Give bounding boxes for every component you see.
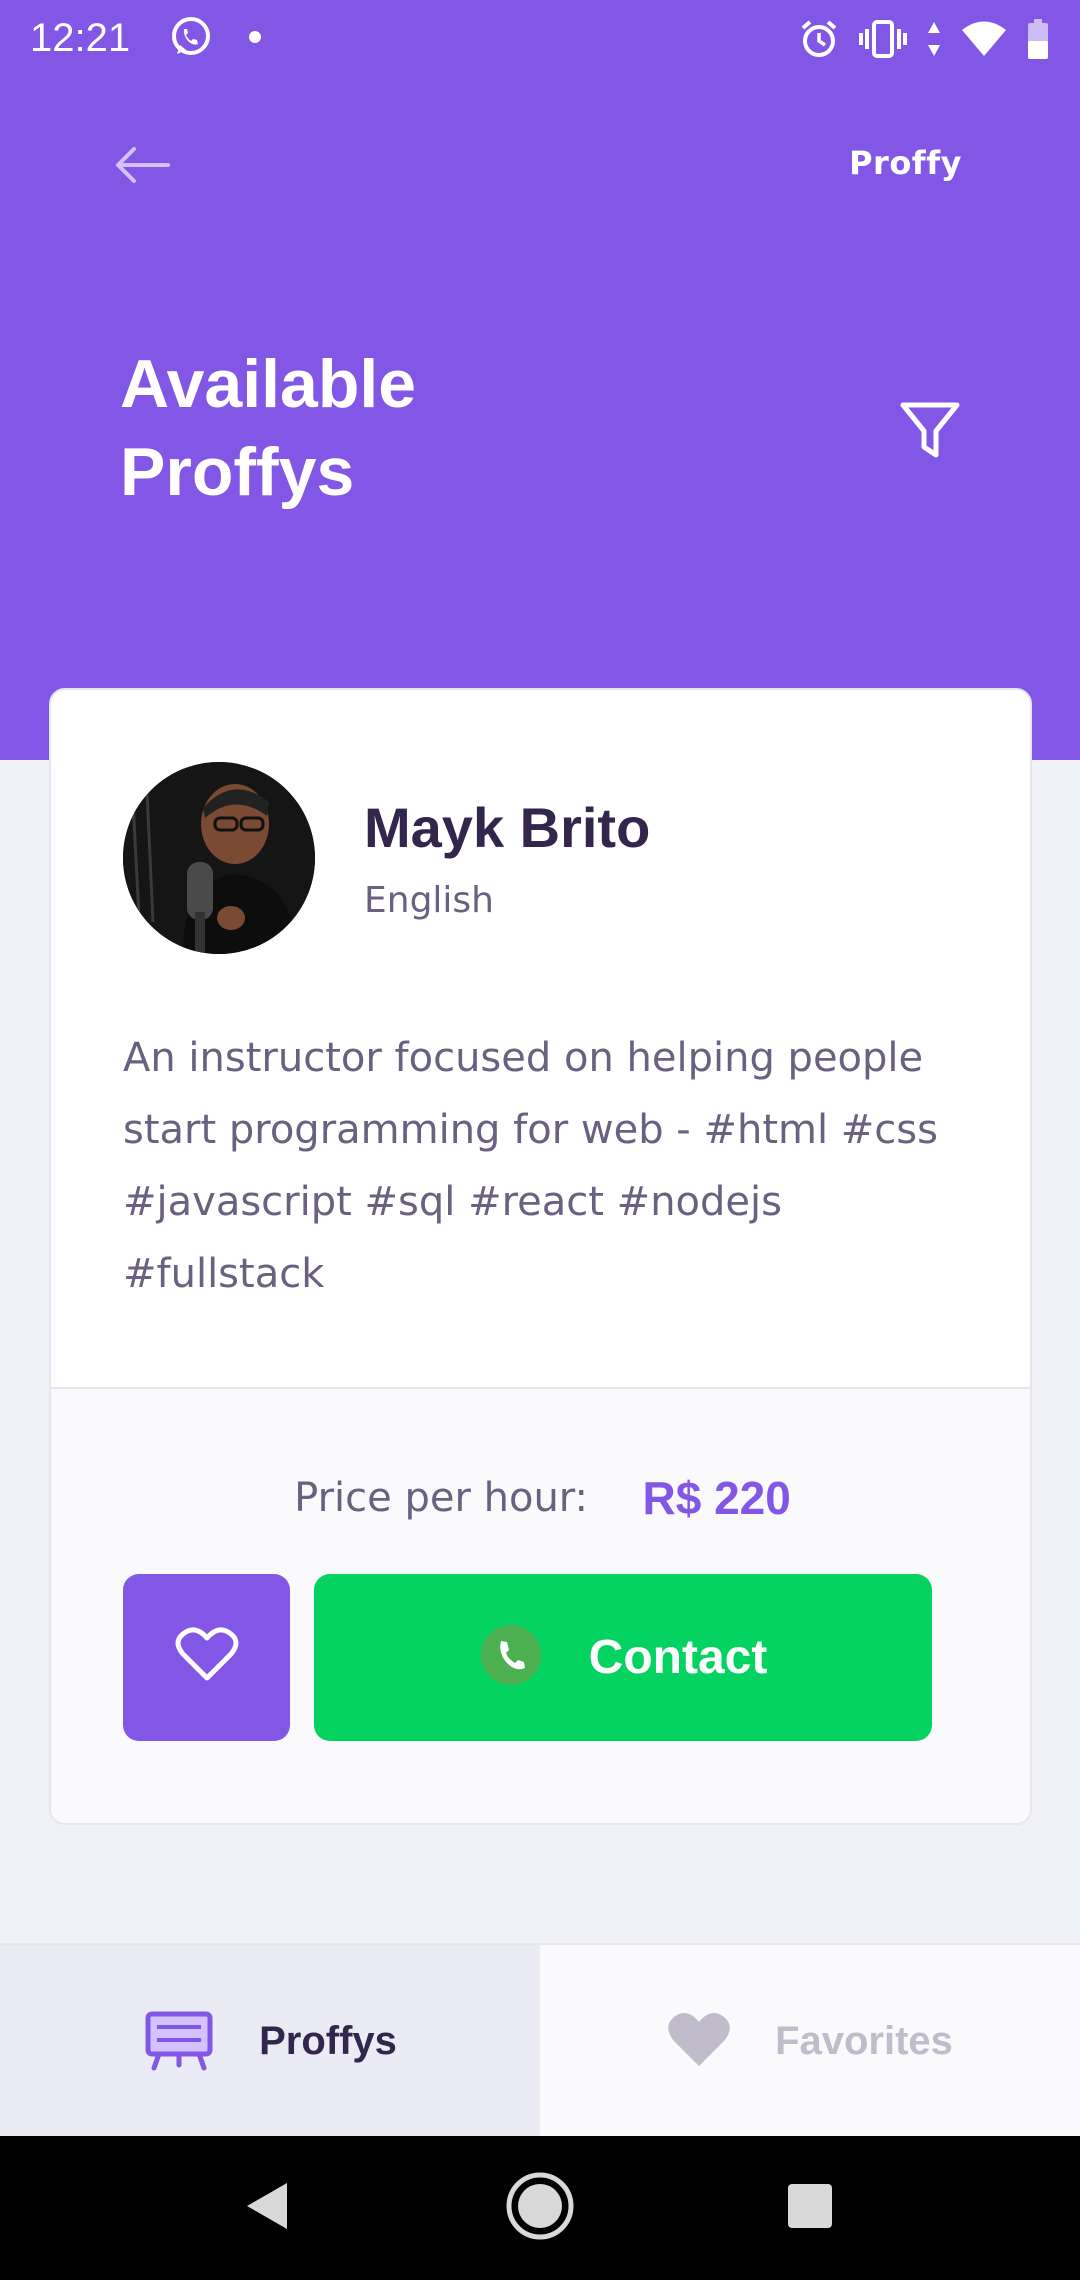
heart-icon (667, 2010, 731, 2073)
back-button[interactable] (112, 140, 182, 190)
contact-label: Contact (588, 1631, 768, 1684)
system-back-button[interactable] (216, 2158, 316, 2258)
battery-icon (1026, 18, 1050, 65)
data-arrows-icon (926, 19, 942, 64)
page-title-line-1: Available (120, 346, 417, 422)
arrow-left-icon (112, 147, 172, 194)
brand-logo: Proffy (849, 144, 962, 182)
circle-home-icon (505, 2171, 575, 2246)
wifi-icon (960, 19, 1008, 64)
tab-favorites-label: Favorites (775, 2019, 953, 2063)
status-bar: 12:21 (0, 0, 1080, 80)
status-icons (798, 16, 1050, 66)
triangle-back-icon (241, 2179, 291, 2238)
app-screen: 12:21 Proffy Available Proffys Mayk Brit… (0, 0, 1080, 2280)
teacher-card: Mayk Brito English An instructor focused… (49, 688, 1032, 1825)
page-title: Available Proffys (120, 340, 680, 516)
avatar (123, 762, 315, 954)
tab-favorites[interactable]: Favorites (540, 1945, 1080, 2138)
alarm-icon (798, 18, 840, 65)
whatsapp-icon (168, 14, 214, 65)
contact-button[interactable]: Contact (314, 1574, 932, 1741)
teacher-bio: An instructor focused on helping people … (123, 1035, 938, 1297)
price-value: R$ 220 (642, 1472, 791, 1524)
favorite-button[interactable] (123, 1574, 290, 1741)
teacher-subject: English (364, 880, 494, 921)
page-header: 12:21 Proffy Available Proffys (0, 0, 1080, 760)
tab-proffys-label: Proffys (259, 2019, 397, 2063)
filter-icon (895, 402, 965, 469)
card-footer: Price per hour: R$ 220 Contact (51, 1387, 1030, 1823)
whatsapp-icon (479, 1623, 543, 1692)
price-label: Price per hour: (294, 1475, 589, 1521)
tab-proffys[interactable]: Proffys (0, 1945, 540, 2138)
dot-icon (248, 30, 262, 49)
heart-outline-icon (175, 1626, 239, 1689)
bottom-tab-bar: Proffys Favorites (0, 1943, 1080, 2138)
filter-button[interactable] (895, 395, 965, 465)
teacher-name: Mayk Brito (364, 796, 651, 859)
page-title-line-2: Proffys (120, 434, 355, 510)
system-navigation-bar (0, 2136, 1080, 2280)
price-row: Price per hour: R$ 220 (51, 1471, 1030, 1525)
vibrate-icon (858, 19, 908, 64)
system-recents-button[interactable] (760, 2158, 860, 2258)
system-home-button[interactable] (490, 2158, 590, 2258)
square-recents-icon (786, 2182, 834, 2235)
top-navigation: Proffy (0, 120, 1080, 210)
easel-icon (143, 2007, 215, 2076)
status-time: 12:21 (30, 16, 131, 60)
